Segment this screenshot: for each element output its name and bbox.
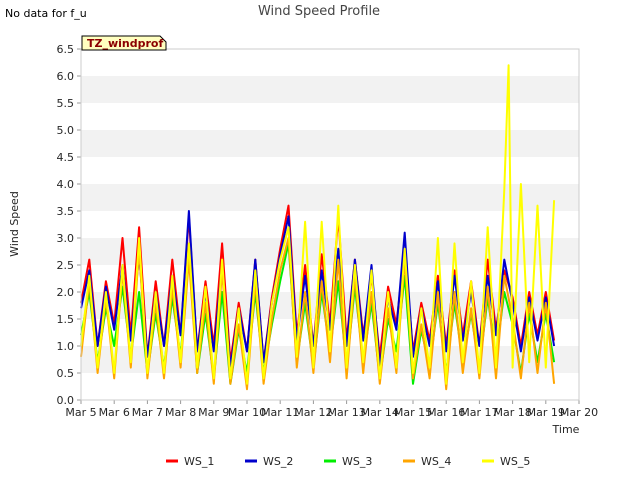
x-tick-label: Mar 20 — [560, 406, 598, 419]
legend-item-label: WS_4 — [421, 455, 451, 468]
y-tick-label: 5.0 — [57, 124, 75, 137]
y-axis: 0.00.51.01.52.02.53.03.54.04.55.05.56.06… — [57, 43, 81, 407]
x-axis-label: Time — [552, 423, 580, 436]
grid-band — [81, 373, 579, 400]
grid-band — [81, 103, 579, 130]
legend: WS_1 WS_2 WS_3 WS_4 WS_5 — [166, 455, 530, 468]
y-tick-label: 4.0 — [57, 178, 75, 191]
chart-title: Wind Speed Profile — [258, 4, 380, 19]
legend-item-label: WS_3 — [342, 455, 372, 468]
tz-annotation: TZ_windprof — [81, 35, 167, 51]
x-tick-label: Mar 9 — [198, 406, 229, 419]
x-tick-label: Mar 8 — [165, 406, 196, 419]
x-tick-label: Mar 5 — [65, 406, 96, 419]
grid-band — [81, 76, 579, 103]
wind-speed-chart: No data for f_u Wind Speed Profile 0.00.… — [5, 4, 598, 468]
y-tick-label: 4.5 — [57, 151, 75, 164]
y-tick-label: 6.5 — [57, 43, 75, 56]
y-tick-label: 3.5 — [57, 205, 75, 218]
x-axis: Mar 5 Mar 6 Mar 7 Mar 8 Mar 9Mar 10Mar 11Mar… — [65, 400, 598, 419]
y-axis-label: Wind Speed — [8, 191, 21, 257]
grid-band — [81, 130, 579, 157]
no-data-note: No data for f_u — [5, 7, 87, 20]
y-tick-label: 1.0 — [57, 340, 75, 353]
y-tick-label: 0.5 — [57, 367, 75, 380]
y-tick-label: 3.0 — [57, 232, 75, 245]
y-tick-label: 2.0 — [57, 286, 75, 299]
legend-item-label: WS_1 — [184, 455, 214, 468]
y-tick-label: 1.5 — [57, 313, 75, 326]
tz-annotation-label: TZ_windprof — [87, 37, 163, 50]
grid-band — [81, 49, 579, 76]
y-tick-label: 6.0 — [57, 70, 75, 83]
legend-item-label: WS_2 — [263, 455, 293, 468]
grid-band — [81, 211, 579, 238]
x-tick-label: Mar 7 — [132, 406, 163, 419]
legend-item-label: WS_5 — [500, 455, 530, 468]
y-tick-label: 5.5 — [57, 97, 75, 110]
x-tick-label: Mar 6 — [99, 406, 130, 419]
y-tick-label: 2.5 — [57, 259, 75, 272]
